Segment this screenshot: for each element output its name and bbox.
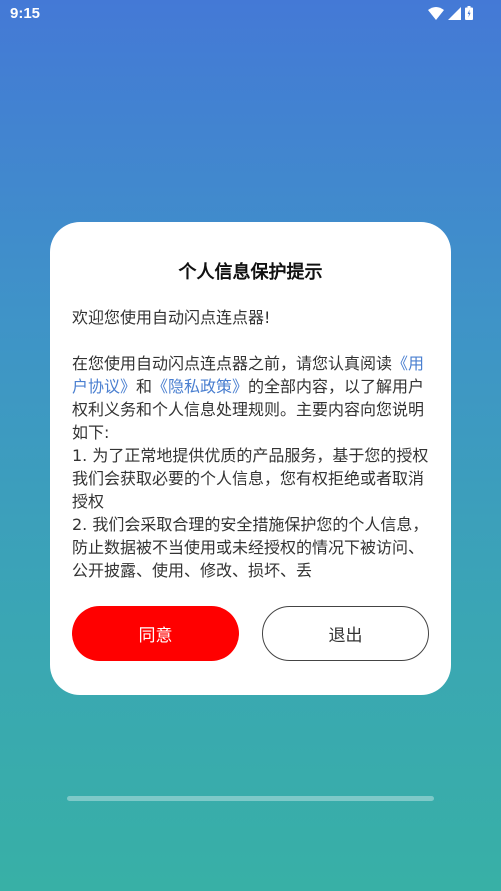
privacy-policy-link[interactable]: 《隐私政策》 bbox=[152, 377, 248, 396]
dialog-title: 个人信息保护提示 bbox=[178, 262, 323, 283]
status-icons bbox=[428, 6, 473, 20]
and-text: 和 bbox=[136, 377, 153, 396]
dialog-body[interactable]: 欢迎您使用自动闪点连点器! 在您使用自动闪点连点器之前，请您认真阅读《用户协议》… bbox=[72, 306, 432, 584]
welcome-text: 欢迎您使用自动闪点连点器! bbox=[72, 308, 271, 327]
status-bar: 9:15 bbox=[0, 0, 501, 28]
privacy-dialog: 个人信息保护提示 欢迎您使用自动闪点连点器! 在您使用自动闪点连点器之前，请您认… bbox=[50, 222, 451, 695]
intro-text-1: 在您使用自动闪点连点器之前，请您认真阅读 bbox=[72, 354, 393, 373]
agree-button[interactable]: 同意 bbox=[72, 606, 239, 661]
home-indicator[interactable] bbox=[67, 796, 434, 801]
status-time: 9:15 bbox=[10, 5, 41, 22]
intro-paragraph: 在您使用自动闪点连点器之前，请您认真阅读《用户协议》和《隐私政策》的全部内容，以… bbox=[72, 352, 432, 444]
exit-button[interactable]: 退出 bbox=[262, 606, 429, 661]
signal-icon bbox=[448, 6, 461, 20]
list-item-2: 2. 我们会采取合理的安全措施保护您的个人信息，防止数据被不当使用或未经授权的情… bbox=[72, 515, 429, 580]
wifi-icon bbox=[428, 6, 444, 20]
list-item-1: 1. 为了正常地提供优质的产品服务，基于您的授权我们会获取必要的个人信息，您有权… bbox=[72, 446, 429, 511]
battery-icon bbox=[465, 6, 473, 20]
